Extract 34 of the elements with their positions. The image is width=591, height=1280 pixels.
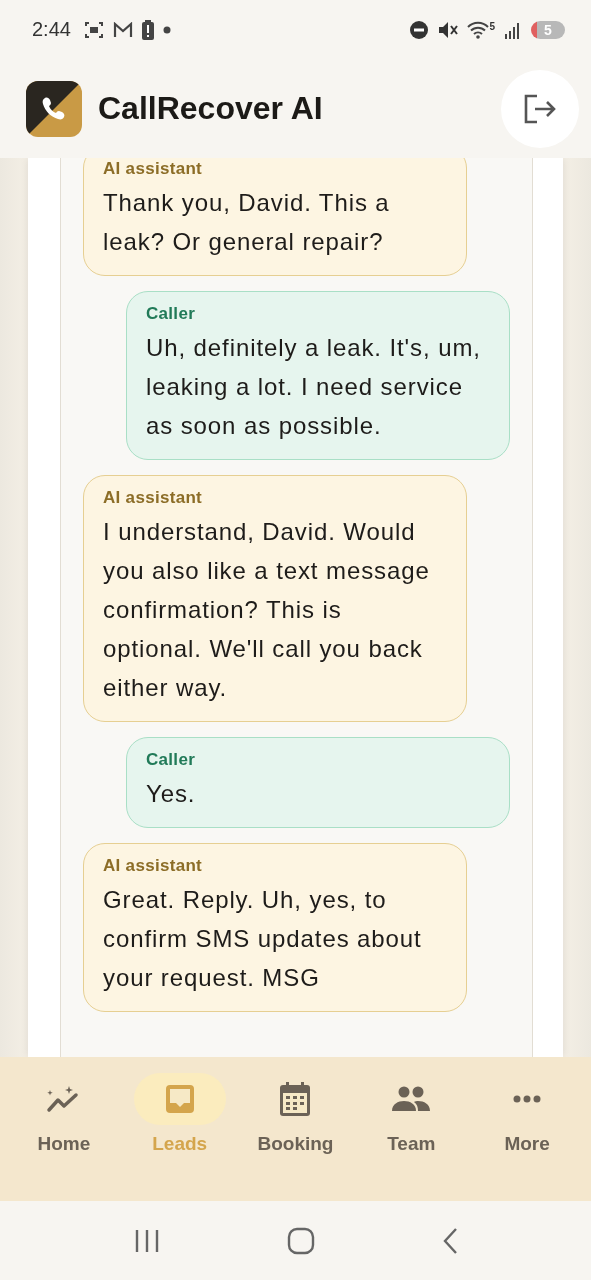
inbox-icon — [163, 1082, 196, 1115]
signal-icon — [504, 20, 522, 39]
nav-tab[interactable]: Team — [356, 1072, 467, 1155]
battery-alert-icon — [141, 19, 154, 40]
dot-icon — [162, 25, 171, 34]
people-icon — [392, 1085, 431, 1112]
wifi-icon — [467, 20, 490, 39]
message-sender: AI assistant — [103, 856, 204, 876]
message-text: Great. Reply. Uh, yes, to confirm SMS updates about your request. MSG — [103, 885, 423, 993]
message-text: Yes. — [146, 779, 197, 809]
back-icon[interactable] — [441, 1226, 458, 1255]
status-time: 2:44 — [32, 18, 71, 42]
wifi-count-label: 5 — [489, 20, 495, 32]
home-icon[interactable] — [286, 1226, 315, 1255]
recent-apps-icon[interactable] — [133, 1227, 160, 1254]
app-title: CallRecover AI — [98, 90, 324, 128]
more-icon — [513, 1094, 542, 1103]
logout-icon — [523, 93, 557, 124]
app-logo-icon — [26, 80, 82, 137]
do-not-disturb-icon — [409, 19, 430, 40]
nav-tab[interactable]: Booking — [240, 1072, 351, 1155]
message-text: Thank you, David. This a leak? Or general repair? — [103, 188, 391, 257]
message-text: Uh, definitely a leak. It's, um, leaking a lot. I need service as soon as possible. — [146, 333, 482, 441]
nav-tab[interactable]: Home — [8, 1072, 119, 1155]
message-sender: AI assistant — [103, 488, 204, 508]
message-sender: Caller — [146, 750, 197, 770]
battery-indicator: 5 — [531, 20, 565, 39]
message-sender: Caller — [146, 304, 197, 324]
calendar-icon — [280, 1081, 311, 1116]
screenshot-icon — [83, 20, 104, 39]
message-sender: AI assistant — [103, 159, 204, 179]
message-text: I understand, David. Would you also like a text message confirmation? This is optional. We'll call you back either way. — [103, 517, 431, 703]
nav-tab[interactable]: More — [472, 1072, 583, 1155]
mail-icon — [112, 21, 133, 38]
